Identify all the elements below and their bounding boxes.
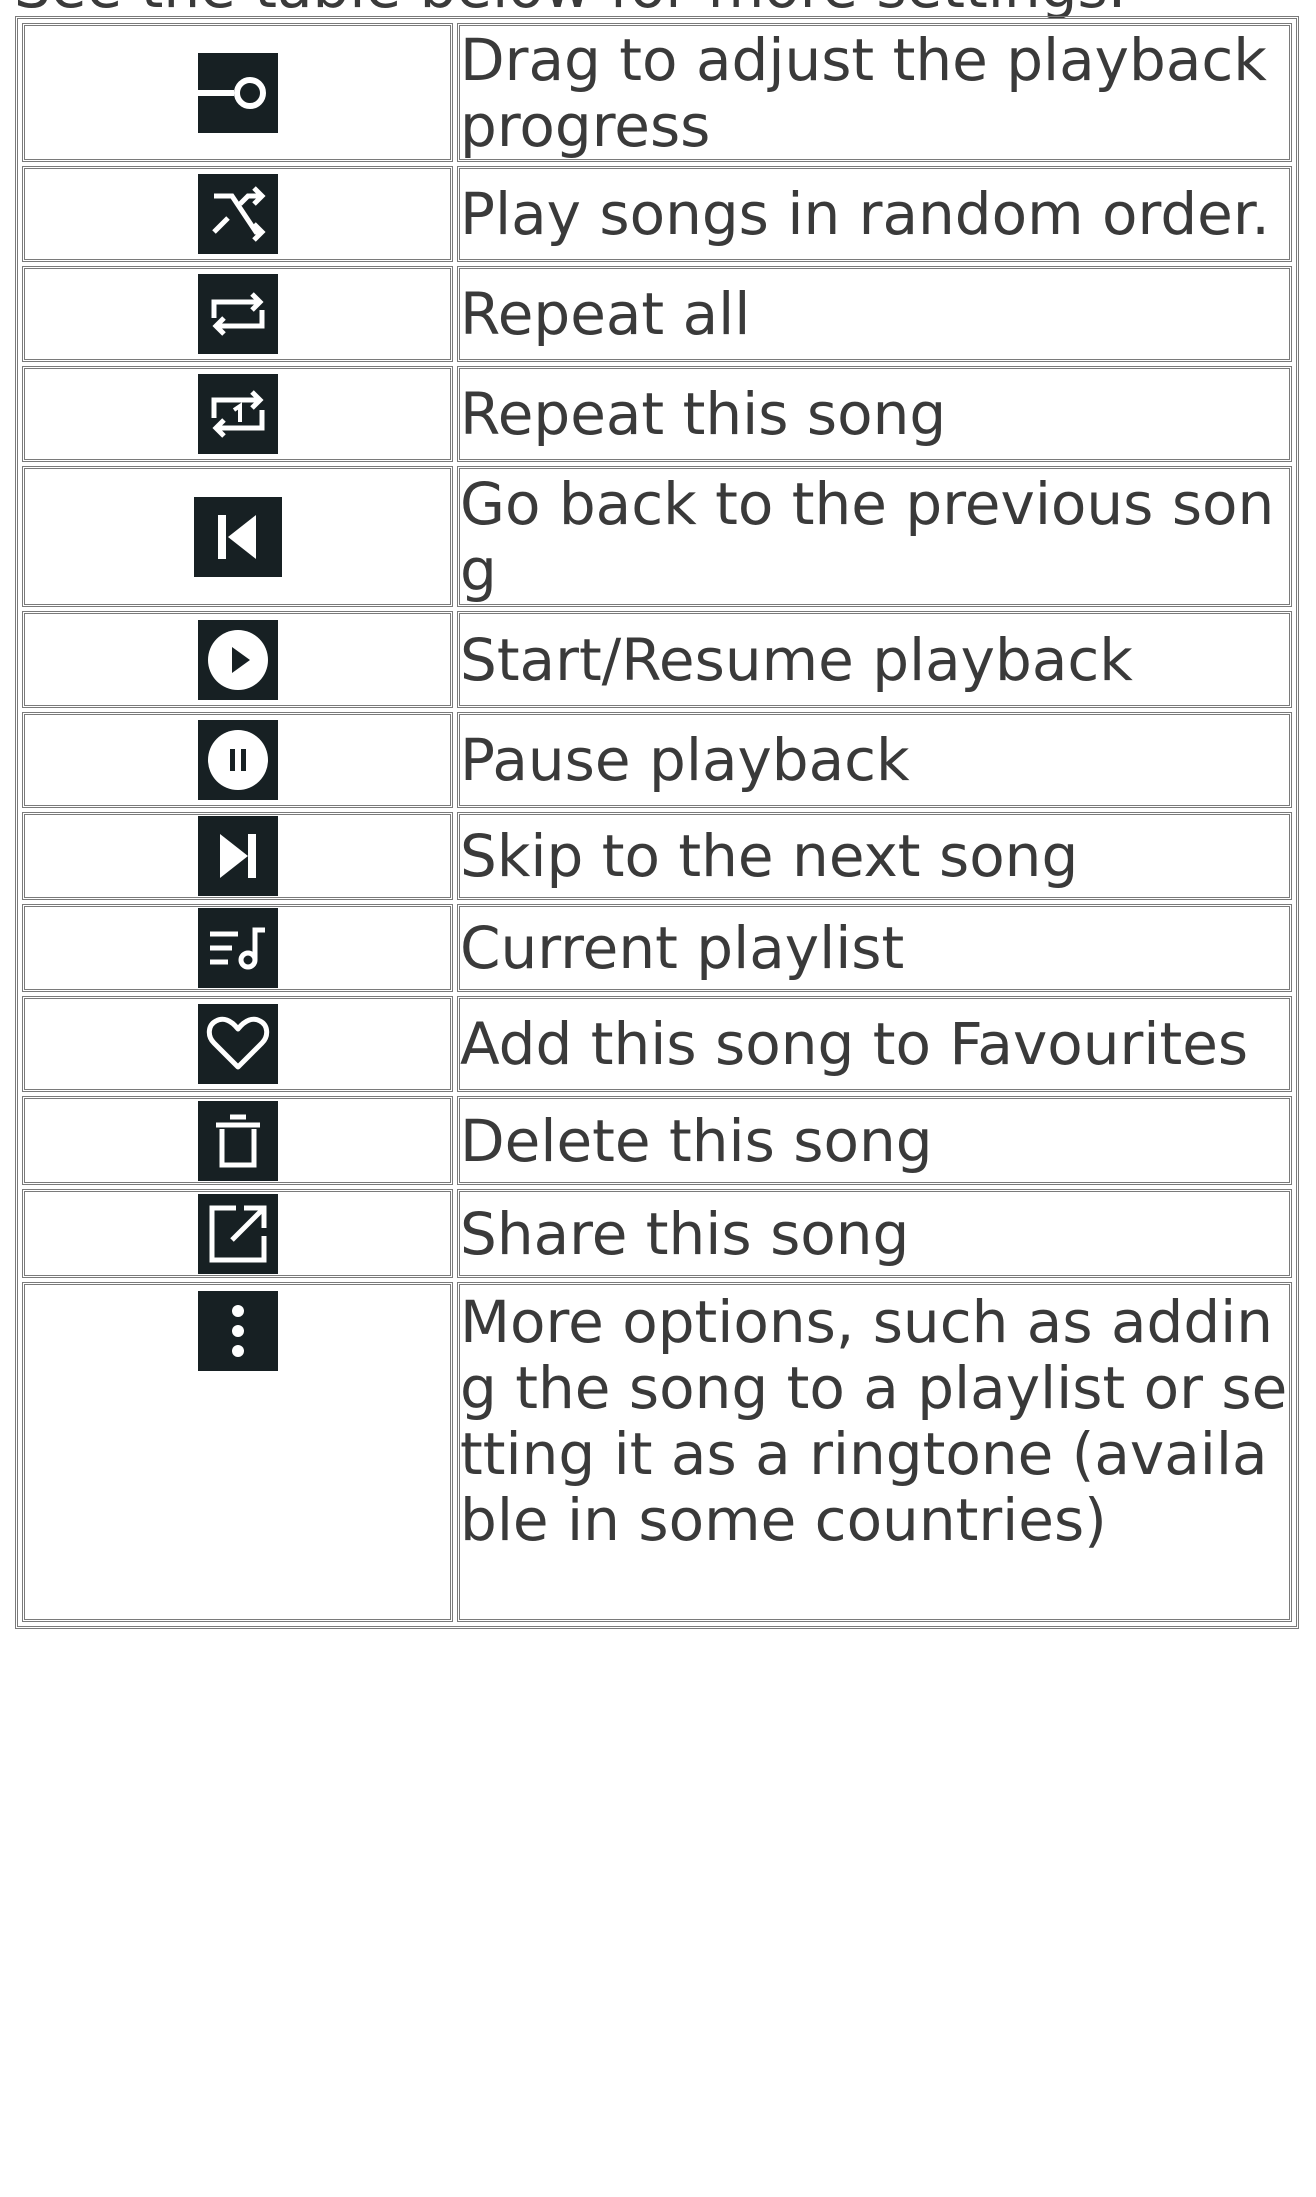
icon-cell (22, 1282, 453, 1622)
description-cell: Skip to the next song (457, 812, 1292, 900)
icon-cell (22, 812, 453, 900)
table-row: Repeat this song (22, 366, 1292, 462)
intro-text: See the table below for more settings. (14, 0, 1126, 16)
table-row: Skip to the next song (22, 812, 1292, 900)
trash-icon (197, 1100, 278, 1181)
icon-cell (22, 466, 453, 607)
repeat-one-icon (197, 374, 278, 454)
description-cell: Go back to the previous song (457, 466, 1292, 607)
description-cell: More options, such as adding the song to… (457, 1282, 1292, 1622)
icon-cell (22, 166, 453, 262)
next-track-icon (197, 816, 278, 896)
description-cell: Delete this song (457, 1096, 1292, 1185)
description-cell: Share this song (457, 1189, 1292, 1278)
table-row: Current playlist (22, 904, 1292, 992)
icon-cell (22, 1096, 453, 1185)
description-cell: Repeat this song (457, 366, 1292, 462)
repeat-all-icon (197, 274, 278, 354)
icon-cell (22, 712, 453, 808)
icon-cell (22, 266, 453, 362)
pause-icon (197, 720, 278, 800)
table-row: More options, such as adding the song to… (22, 1282, 1292, 1622)
icon-cell (22, 366, 453, 462)
icon-cell (22, 996, 453, 1092)
table-row: Add this song to Favourites (22, 996, 1292, 1092)
description-cell: Current playlist (457, 904, 1292, 992)
playlist-icon (197, 908, 278, 988)
table-row: Go back to the previous song (22, 466, 1292, 607)
icon-cell (22, 904, 453, 992)
icon-cell (22, 23, 453, 162)
more-options-icon (197, 1291, 278, 1371)
settings-table: Drag to adjust the playback progress Pla… (15, 16, 1299, 1629)
heart-icon (197, 1004, 278, 1084)
table-row: Delete this song (22, 1096, 1292, 1185)
shuffle-icon (197, 174, 278, 254)
table-row: Repeat all (22, 266, 1292, 362)
description-cell: Pause playback (457, 712, 1292, 808)
description-cell: Add this song to Favourites (457, 996, 1292, 1092)
description-cell: Play songs in random order. (457, 166, 1292, 262)
table-row: Drag to adjust the playback progress (22, 23, 1292, 162)
table-row: Play songs in random order. (22, 166, 1292, 262)
table-row: Pause playback (22, 712, 1292, 808)
table-row: Share this song (22, 1189, 1292, 1278)
table-row: Start/Resume playback (22, 611, 1292, 708)
progress-slider-icon (197, 52, 278, 133)
description-cell: Repeat all (457, 266, 1292, 362)
previous-track-icon (193, 496, 282, 577)
description-cell: Drag to adjust the playback progress (457, 23, 1292, 162)
share-icon (197, 1193, 278, 1274)
description-cell: Start/Resume playback (457, 611, 1292, 708)
icon-cell (22, 1189, 453, 1278)
icon-cell (22, 611, 453, 708)
play-icon (197, 619, 278, 700)
